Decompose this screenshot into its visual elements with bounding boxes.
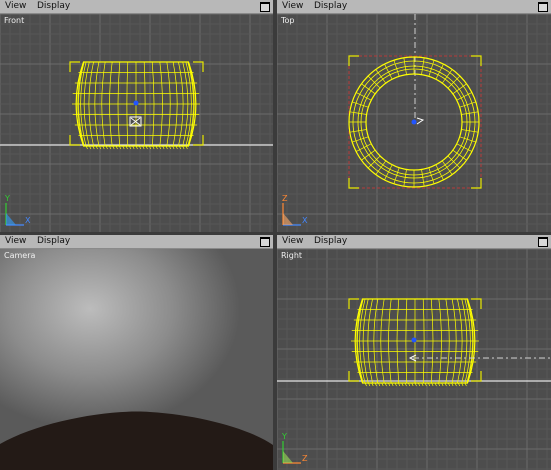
- camera-viewport-label: Camera: [4, 251, 36, 260]
- right-viewport-menubar: View Display: [277, 235, 551, 249]
- front-pivot-icon: [133, 100, 139, 106]
- top-maximize-icon[interactable]: [538, 2, 548, 12]
- right-viewport-label: Right: [281, 251, 303, 260]
- top-viewport-pane: View Display Z X Top: [277, 0, 551, 232]
- top-display-menu[interactable]: Display: [314, 0, 347, 13]
- right-view-menu[interactable]: View: [282, 235, 303, 248]
- top-pivot-icon: [411, 119, 417, 125]
- front-axis-y-label: Y: [4, 194, 10, 203]
- front-viewport-pane: View Display Y X Front: [0, 0, 273, 232]
- top-axis-x-label: X: [302, 216, 308, 225]
- top-viewport-label: Top: [281, 16, 295, 25]
- top-viewport-canvas[interactable]: Z X Top: [277, 14, 551, 232]
- front-axis-x-label: X: [25, 216, 31, 225]
- camera-maximize-icon[interactable]: [260, 237, 270, 247]
- right-maximize-icon[interactable]: [538, 237, 548, 247]
- right-viewport-pane: View Display Y Z Right: [277, 235, 551, 470]
- front-grid-background: [0, 14, 273, 232]
- front-display-menu[interactable]: Display: [37, 0, 70, 13]
- camera-render-svg: [0, 411, 273, 470]
- top-axis-z-label: Z: [282, 194, 288, 203]
- camera-ground-surface: [0, 411, 273, 470]
- front-viewport-svg: Y X: [0, 14, 273, 232]
- front-viewport-menubar: View Display: [0, 0, 273, 14]
- front-viewport-canvas[interactable]: Y X Front: [0, 14, 273, 232]
- right-axis-y-label: Y: [281, 432, 287, 441]
- front-viewport-label: Front: [4, 16, 25, 25]
- camera-display-menu[interactable]: Display: [37, 235, 70, 248]
- viewport-layout: View Display Y X Front View Display Z X …: [0, 0, 551, 470]
- top-viewport-menubar: View Display: [277, 0, 551, 14]
- camera-viewport-canvas[interactable]: Camera: [0, 249, 273, 470]
- right-pivot-icon: [411, 337, 417, 343]
- right-viewport-canvas[interactable]: Y Z Right: [277, 249, 551, 470]
- front-view-menu[interactable]: View: [5, 0, 26, 13]
- top-viewport-svg: Z X: [277, 14, 551, 232]
- camera-view-menu[interactable]: View: [5, 235, 26, 248]
- right-display-menu[interactable]: Display: [314, 235, 347, 248]
- top-view-menu[interactable]: View: [282, 0, 303, 13]
- front-maximize-icon[interactable]: [260, 2, 270, 12]
- right-viewport-svg: Y Z: [277, 249, 551, 470]
- right-axis-z-label: Z: [302, 454, 308, 463]
- camera-viewport-pane: View Display Camera: [0, 235, 273, 470]
- camera-viewport-menubar: View Display: [0, 235, 273, 249]
